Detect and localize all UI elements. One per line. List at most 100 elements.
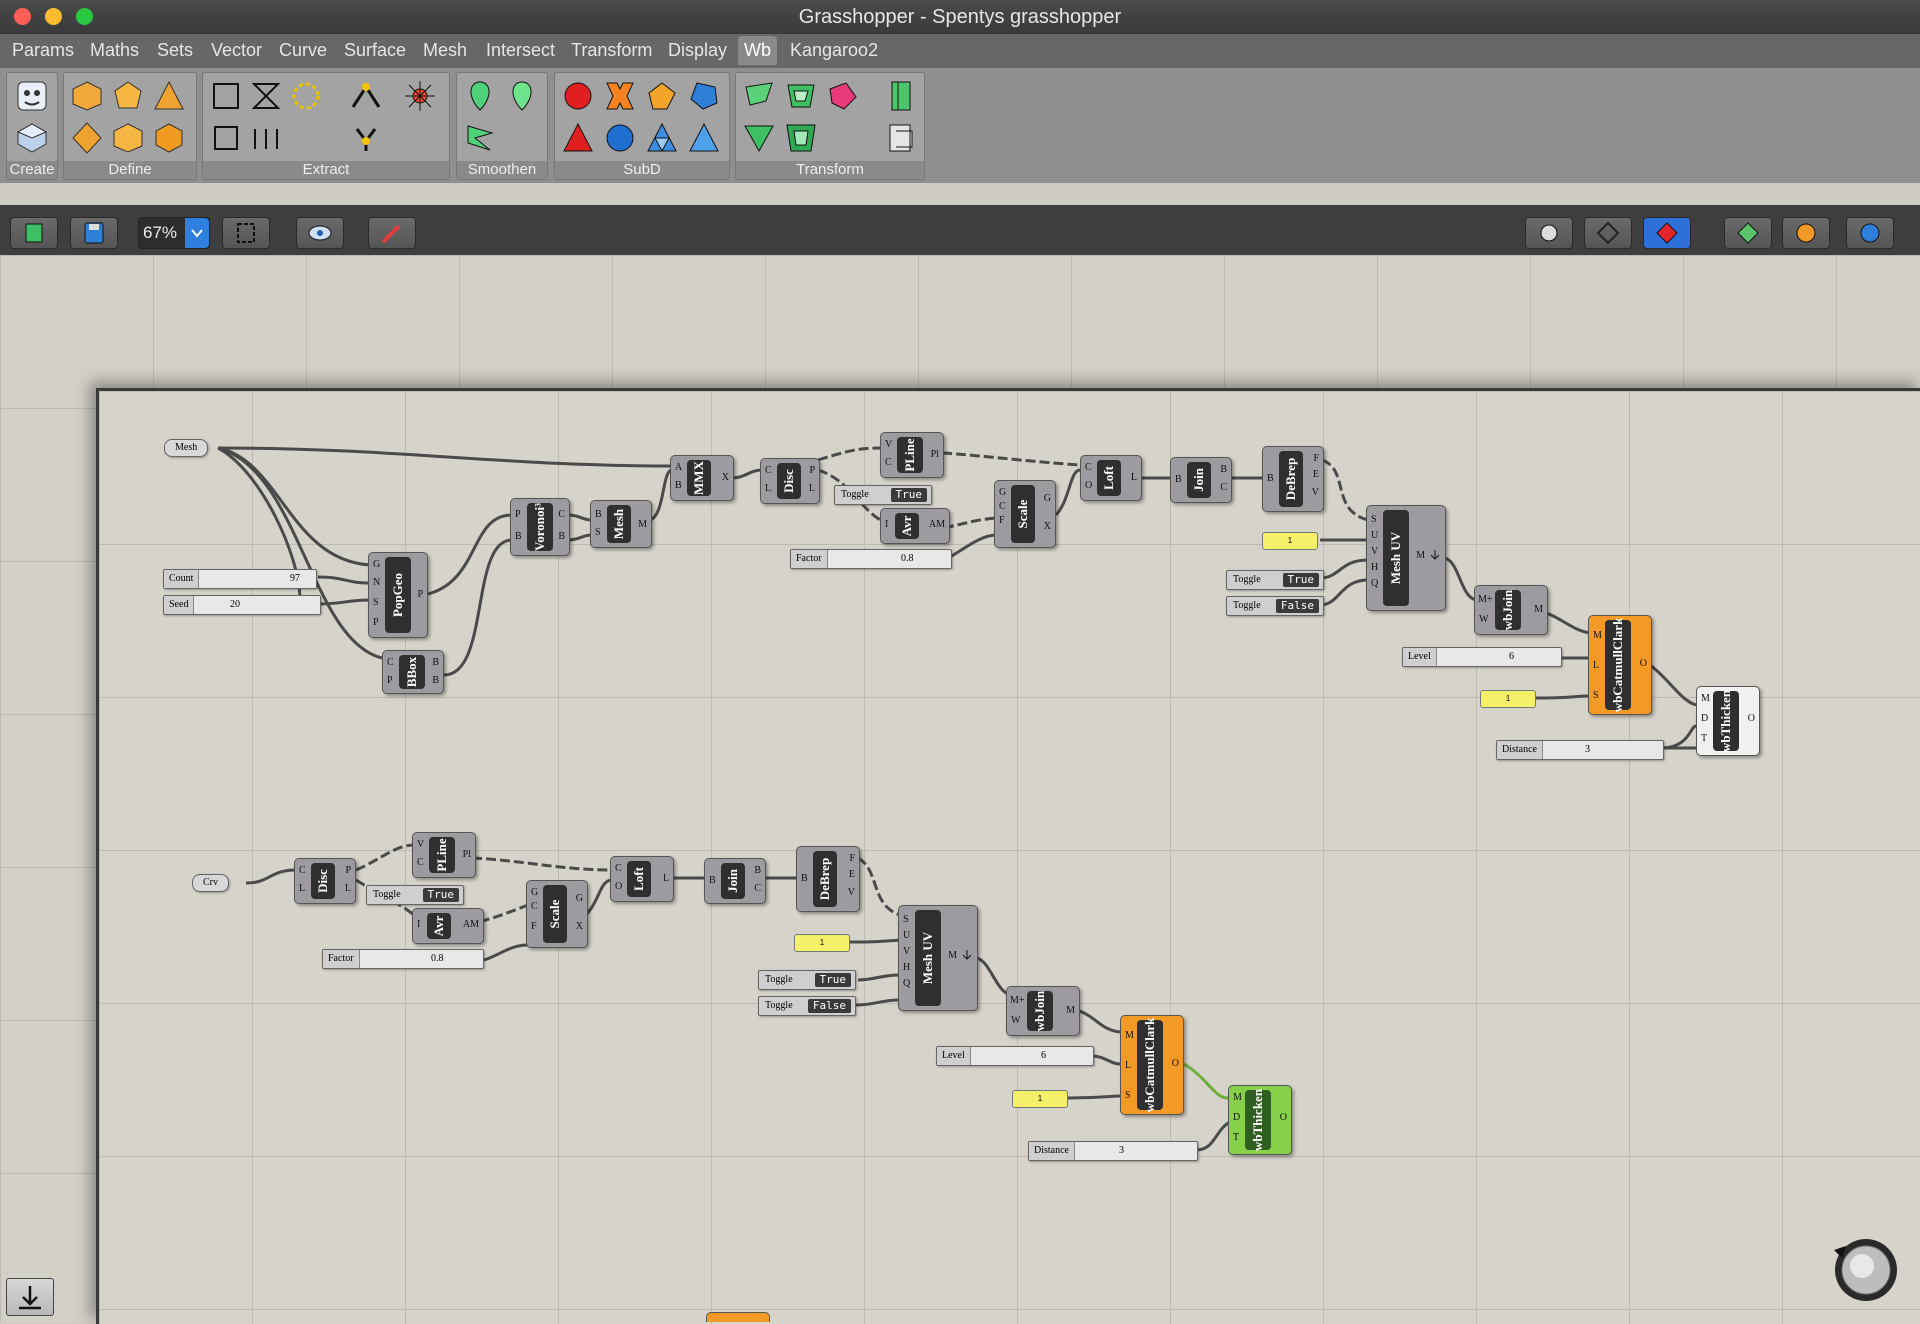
toggle-4-label: Toggle [373,889,401,900]
thicken-component[interactable]: M D T wbThicken O [1696,686,1760,756]
thicken-component-2[interactable]: M D T wbThicken O [1228,1085,1292,1155]
pin-f: F [999,515,1005,526]
pin-l: L [662,873,669,884]
panel-value-2[interactable]: 1 [1480,690,1536,708]
catmull-clark-component[interactable]: M L S wbCatmullClark O [1588,615,1652,715]
pin-c: C [558,509,565,520]
bbox-component[interactable]: C P BBox B B [382,650,444,694]
wbjoin-component-2[interactable]: M+ W wbJoin M [1006,986,1080,1036]
pin-b: B [1267,473,1274,484]
pin-pl: Pl [930,449,939,460]
pin-l: L [1593,660,1600,671]
count-label: Count [164,570,200,588]
seed-slider[interactable]: Seed 20 [163,595,321,615]
toggle-1-value: True [890,488,927,502]
pline-component[interactable]: V C PLine Pl [880,432,944,478]
level-slider-2[interactable]: Level 6 [936,1046,1094,1066]
distance-value: 3 [1585,744,1590,755]
toggle-4[interactable]: Toggle True [366,885,464,905]
loft-component-2[interactable]: C O Loft L [610,856,674,902]
canvas-export-button[interactable] [6,1278,54,1316]
meshuv-component[interactable]: S U V H Q Mesh UV M [1366,505,1446,611]
disc-2-label: Disc [315,869,330,893]
pin-c: C [885,457,892,468]
pin-u: U [1371,530,1379,541]
bbox-label: BBox [404,656,419,688]
pin-q: Q [1371,578,1379,589]
avr-component[interactable]: I Avr AM [880,508,950,544]
pin-d: D [1701,713,1709,724]
disc-label: Disc [781,469,796,493]
wbjoin-component[interactable]: M+ W wbJoin M [1474,585,1548,635]
catmull-clark-component-2[interactable]: M L S wbCatmullClark O [1120,1015,1184,1115]
popgeo-component[interactable]: G N S P PopGeo P [368,552,428,638]
panel-value-3[interactable]: 1 [794,934,850,952]
wbjoin-label: wbJoin [1500,589,1515,631]
distance-slider[interactable]: Distance 3 [1496,740,1664,760]
pin-s: S [903,914,909,925]
distance-2-value: 3 [1119,1145,1124,1156]
disc-component[interactable]: C L Disc P L [760,458,820,504]
mmx-label: MMX [691,461,706,495]
canvas-navigation-widget[interactable] [1832,1236,1900,1304]
toggle-5[interactable]: Toggle True [758,970,856,990]
pin-o: O [1747,713,1755,724]
pin-c: C [1085,462,1092,473]
mmx-component[interactable]: A B MMX X [670,455,734,501]
avr-component-2[interactable]: I Avr AM [412,908,484,944]
voronoi-component[interactable]: P B Voronoi³ C B [510,498,570,556]
voronoi-label: Voronoi³ [532,503,547,551]
pin-l: L [1130,472,1137,483]
pin-m: M [1416,550,1425,561]
pin-a: A [675,462,683,473]
factor-2-value: 0.8 [431,953,444,964]
pin-g: G [999,487,1007,498]
debrep-component-2[interactable]: B DeBrep F E V [796,846,860,912]
pin-s: S [1593,690,1599,701]
toggle-3-label: Toggle [1233,600,1261,611]
toggle-3[interactable]: Toggle False [1226,596,1324,616]
pin-w: W [1479,614,1489,625]
pin-m: M [1233,1092,1242,1103]
panel-value-4[interactable]: 1 [1012,1090,1068,1108]
scale-component[interactable]: G C F Scale G X [994,480,1056,548]
pin-f: F [1313,453,1319,464]
pin-p: P [387,675,393,686]
crv-param[interactable]: Crv [192,874,229,892]
distance-label: Distance [1497,741,1543,759]
disc-component-2[interactable]: C L Disc P L [294,858,356,904]
loft-component[interactable]: C O Loft L [1080,455,1142,501]
pin-u: U [903,930,911,941]
pin-n: N [373,577,381,588]
meshuv-component-2[interactable]: S U V H Q Mesh UV M [898,905,978,1011]
factor-slider[interactable]: Factor 0.8 [790,549,952,569]
count-slider[interactable]: Count 97 [163,569,317,589]
mesh-component[interactable]: B S Mesh M [590,500,652,548]
pin-t: T [1701,733,1708,744]
pin-t: T [1233,1132,1240,1143]
debrep-component[interactable]: B DeBrep F E V [1262,446,1324,512]
panel-value-1[interactable]: 1 [1262,532,1318,550]
factor-slider-2[interactable]: Factor 0.8 [322,949,484,969]
pline-component-2[interactable]: V C PLine Pl [412,832,476,878]
pin-g-out: G [575,893,583,904]
pin-f: F [849,853,855,864]
distance-slider-2[interactable]: Distance 3 [1028,1141,1198,1161]
toggle-2[interactable]: Toggle True [1226,570,1324,590]
level-slider[interactable]: Level 6 [1402,647,1562,667]
join-component-2[interactable]: B Join B C [704,858,766,904]
pin-m-plus: M+ [1010,995,1025,1006]
pin-p: P [809,465,815,476]
scale-component-2[interactable]: G C F Scale G X [526,880,588,948]
toggle-1[interactable]: Toggle True [834,485,932,505]
join-component[interactable]: B Join B C [1170,457,1232,503]
mesh-param[interactable]: Mesh [164,439,209,457]
navigation-dial-icon [1834,1239,1897,1301]
pin-c: C [1220,482,1227,493]
pin-v: V [1311,487,1319,498]
pin-p: P [345,865,351,876]
pin-x: X [1043,521,1051,532]
toggle-1-label: Toggle [841,489,869,500]
toggle-3-value: False [1275,599,1319,613]
toggle-6[interactable]: Toggle False [758,996,856,1016]
